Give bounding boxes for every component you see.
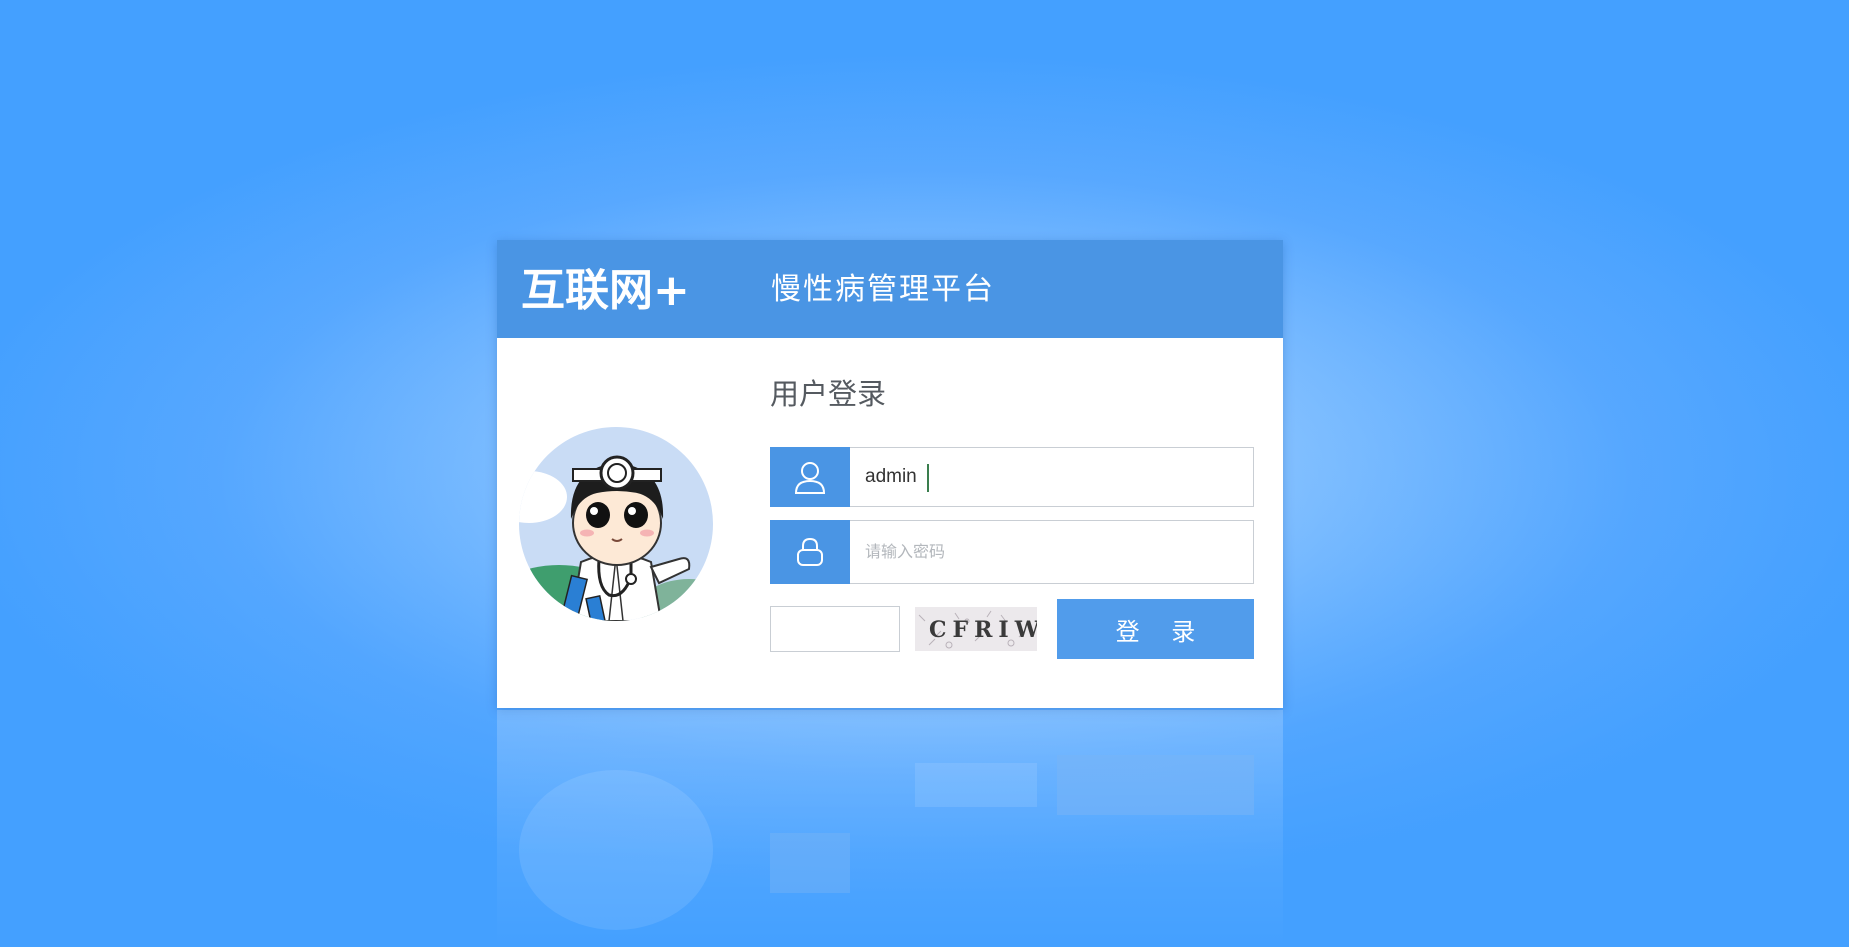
reflection-button [1057, 755, 1254, 815]
username-input[interactable] [851, 448, 1253, 506]
captcha-image[interactable]: CFRIW [915, 607, 1039, 651]
password-field[interactable] [770, 520, 1254, 584]
reflection-captcha [915, 763, 1037, 807]
captcha-input[interactable] [770, 606, 900, 652]
platform-title: 慢性病管理平台 [771, 272, 995, 307]
reflection-avatar [519, 770, 713, 930]
login-card: 互联网+ 慢性病管理平台 用户登录 admin CFRIW 登 录 [497, 240, 1283, 708]
card-reflection [497, 710, 1283, 947]
login-button[interactable]: 登 录 [1057, 599, 1254, 659]
username-field[interactable] [770, 447, 1254, 507]
reflection-icon [770, 833, 850, 893]
password-input[interactable] [851, 521, 1253, 583]
lock-icon [770, 520, 850, 584]
captcha-glyphs: CFRIW [929, 617, 1037, 643]
login-heading: 用户登录 [770, 377, 887, 411]
card-header: 互联网+ 慢性病管理平台 [497, 240, 1283, 338]
brand-logo: 互联网+ [521, 265, 690, 316]
doctor-avatar-icon [519, 427, 713, 621]
text-caret [927, 464, 929, 492]
user-icon [770, 447, 850, 507]
